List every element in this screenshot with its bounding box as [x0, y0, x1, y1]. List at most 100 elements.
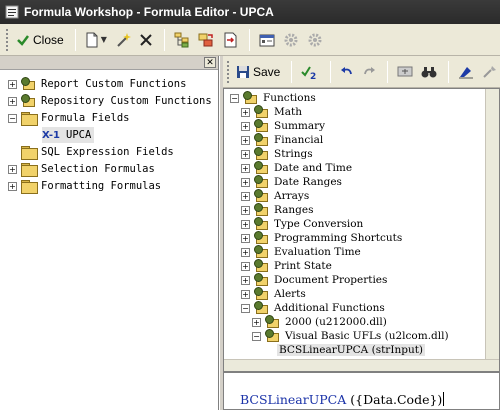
function-tree-item[interactable]: − Functions [230, 91, 316, 105]
gear-icon [307, 32, 323, 48]
bookmark-button[interactable] [455, 60, 477, 84]
function-tree-item[interactable]: + Document Properties [241, 273, 387, 287]
expand-plus-icon[interactable]: + [241, 177, 250, 187]
save-icon [236, 65, 250, 79]
vertical-scrollbar[interactable] [485, 89, 499, 371]
close-pane-button[interactable]: ✕ [204, 57, 216, 68]
tree-toggle-button[interactable] [171, 28, 193, 52]
expand-plus-icon[interactable]: + [241, 219, 250, 229]
page-arrow-icon [222, 32, 238, 48]
function-tree-label: Math [274, 106, 302, 118]
checkmark-close-icon [16, 33, 30, 47]
formula-editor[interactable]: BCSLinearUPCA ({Data.Code}) [223, 372, 500, 410]
gear-folder-icon [21, 77, 37, 91]
function-tree-item[interactable]: + Math [241, 105, 302, 119]
expand-plus-icon[interactable]: + [241, 275, 250, 285]
check-button[interactable]: 2 [298, 60, 322, 84]
gear-folder-icon [254, 189, 270, 203]
tree-item-report-custom-functions[interactable]: + Report Custom Functions [8, 76, 186, 92]
collapse-minus-icon[interactable]: − [252, 331, 261, 341]
function-tree-item[interactable]: + Ranges [241, 203, 314, 217]
expand-plus-icon[interactable]: + [241, 121, 250, 131]
collapse-minus-icon[interactable]: − [230, 93, 239, 103]
function-tree-item[interactable]: + Summary [241, 119, 325, 133]
save-label: Save [253, 64, 281, 79]
close-button[interactable]: Close [13, 28, 67, 52]
undo-button[interactable] [337, 60, 357, 84]
new-page-button[interactable] [219, 28, 241, 52]
gear-folder-icon [254, 287, 270, 301]
function-tree-item[interactable]: + Programming Shortcuts [241, 231, 402, 245]
function-tree-item[interactable]: + Alerts [241, 287, 306, 301]
find-button[interactable] [418, 60, 440, 84]
function-tree-item[interactable]: − Additional Functions [241, 301, 385, 315]
expand-plus-icon[interactable]: + [241, 289, 250, 299]
wizard-button[interactable] [112, 28, 134, 52]
function-tree-item[interactable]: − Visual Basic UFLs (u2lcom.dll) [252, 329, 449, 343]
delete-button[interactable] [136, 28, 156, 52]
tree-item-formatting-formulas[interactable]: + Formatting Formulas [8, 178, 161, 194]
toolbar-grip[interactable] [6, 28, 9, 51]
function-tree-item[interactable]: BCSLinearUPCA (strInput) [263, 343, 426, 357]
new-button[interactable]: ▼ [82, 28, 110, 52]
function-tree-item[interactable]: + Arrays [241, 189, 309, 203]
formula-text[interactable]: BCSLinearUPCA ({Data.Code}) [240, 392, 445, 407]
function-tree-item[interactable]: + Date and Time [241, 161, 352, 175]
toolbar-separator [387, 60, 389, 83]
expand-plus-icon[interactable]: + [8, 96, 17, 106]
toolbar-separator [163, 28, 165, 51]
tools-button[interactable] [479, 60, 500, 84]
horizontal-scrollbar[interactable] [224, 359, 499, 371]
tree-item-sql-expression-fields[interactable]: SQL Expression Fields [21, 144, 174, 160]
function-tree-item[interactable]: + Type Conversion [241, 217, 363, 231]
function-tree-item[interactable]: + Financial [241, 133, 323, 147]
save-button[interactable]: Save [233, 60, 283, 84]
expand-plus-icon[interactable]: + [8, 181, 17, 191]
toolbar-grip[interactable] [227, 60, 229, 83]
gear-button-1[interactable] [280, 28, 302, 52]
tree-item-upca[interactable]: X-1 UPCA [42, 127, 95, 143]
tree-item-formula-fields[interactable]: − Formula Fields [8, 110, 130, 126]
browse-button[interactable] [394, 60, 416, 84]
gear-folder-icon [254, 147, 270, 161]
function-tree-item[interactable]: + Strings [241, 147, 313, 161]
tree-item-selection-formulas[interactable]: + Selection Formulas [8, 161, 155, 177]
expand-plus-icon[interactable]: + [252, 317, 261, 327]
wand-icon [115, 32, 131, 48]
expand-plus-icon[interactable]: + [241, 261, 250, 271]
expand-plus-icon[interactable]: + [241, 247, 250, 257]
tree-item-label: UPCA [66, 129, 92, 141]
expand-plus-icon[interactable]: + [241, 163, 250, 173]
delete-x-icon [139, 33, 153, 47]
function-tree-label: Programming Shortcuts [274, 232, 403, 244]
expand-plus-icon[interactable]: + [241, 191, 250, 201]
expand-plus-icon[interactable]: + [241, 149, 250, 159]
gear-button-2[interactable] [304, 28, 326, 52]
tree-item-repository-custom-functions[interactable]: + Repository Custom Functions [8, 93, 212, 109]
collapse-minus-icon[interactable]: − [241, 303, 250, 313]
expand-plus-icon[interactable]: + [241, 233, 250, 243]
chevron-down-icon[interactable]: ▼ [101, 35, 107, 44]
function-tree-item[interactable]: +2000 (u212000.dll) [252, 315, 387, 329]
expand-plus-icon[interactable]: + [8, 79, 17, 89]
binoculars-icon [421, 65, 437, 79]
replace-button[interactable] [195, 28, 217, 52]
function-tree-item[interactable]: + Evaluation Time [241, 245, 361, 259]
gear-folder-icon [254, 105, 270, 119]
tree-item-label: Selection Formulas [41, 163, 155, 175]
expand-plus-icon[interactable]: + [241, 135, 250, 145]
gear-folder-icon [254, 161, 270, 175]
collapse-minus-icon[interactable]: − [8, 113, 17, 123]
expand-plus-icon[interactable]: + [241, 205, 250, 215]
function-tree-label: Additional Functions [274, 302, 385, 314]
function-tree-item[interactable]: + Date Ranges [241, 175, 342, 189]
redo-button[interactable] [359, 60, 379, 84]
expand-plus-icon[interactable]: + [241, 107, 250, 117]
properties-button[interactable] [256, 28, 278, 52]
refresh-icon [198, 32, 214, 48]
folder-icon [21, 163, 38, 177]
bookmark-icon [458, 65, 474, 79]
left-pane-header: ✕ [0, 56, 218, 70]
function-tree-item[interactable]: + Print State [241, 259, 332, 273]
expand-plus-icon[interactable]: + [8, 164, 17, 174]
